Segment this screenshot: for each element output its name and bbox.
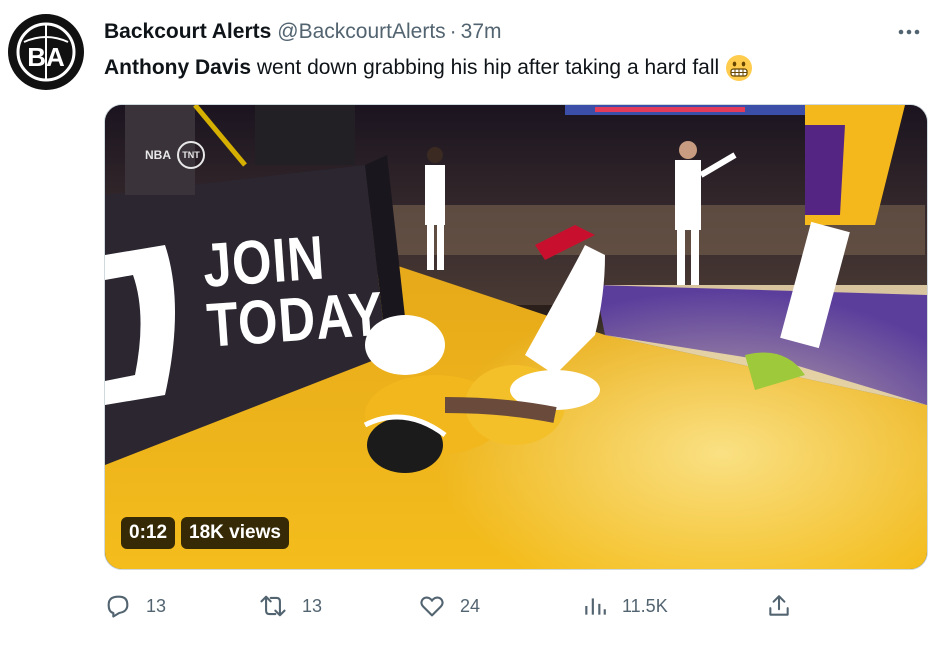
share-icon [769, 595, 789, 616]
retweet-icon [260, 595, 286, 617]
timestamp[interactable]: 37m [461, 20, 502, 44]
tweet-text-name: Anthony Davis [104, 56, 252, 79]
like-button[interactable]: 24 [418, 592, 480, 620]
nba-logo: NBA [145, 148, 171, 162]
analytics-icon [585, 598, 606, 615]
video-player[interactable]: NBA TNT JOIN TODAY 0:12 18K views [104, 104, 928, 570]
backcourt-alerts-logo-icon: BA [16, 22, 76, 82]
grimacing-face-emoji-icon [726, 55, 753, 81]
reply-count: 13 [146, 595, 167, 616]
reply-button[interactable]: 13 [104, 592, 166, 620]
stanchion-pad-text: JOIN TODAY [201, 224, 386, 361]
tweet-text-body: went down grabbing his hip after taking … [256, 56, 720, 79]
display-name[interactable]: Backcourt Alerts [104, 20, 271, 44]
separator: · [449, 20, 457, 43]
heart-icon [420, 596, 444, 617]
retweet-button[interactable]: 13 [258, 592, 322, 620]
video-views: 18K views [181, 517, 289, 549]
tweet-header: Backcourt Alerts @BackcourtAlerts · 37m [104, 18, 880, 46]
action-bar: 13 13 24 11.5K [104, 588, 810, 624]
pad-text-line-2: TODAY [204, 279, 386, 361]
share-button[interactable] [766, 592, 792, 620]
views-button[interactable]: 11.5K [582, 592, 668, 620]
user-handle[interactable]: @BackcourtAlerts [277, 20, 445, 44]
tweet-text: Anthony Davis went down grabbing his hip… [104, 53, 900, 83]
more-dots-icon [898, 29, 920, 35]
like-count: 24 [460, 595, 481, 616]
broadcast-bug: NBA TNT [145, 141, 205, 169]
reply-icon [107, 595, 129, 618]
video-duration: 0:12 [121, 517, 176, 549]
retweet-count: 13 [302, 595, 323, 616]
more-options-button[interactable] [892, 18, 926, 46]
avatar[interactable]: BA [8, 14, 84, 90]
avatar-initials: BA [27, 42, 65, 72]
video-badges: 0:12 18K views [121, 517, 289, 549]
tnt-logo: TNT [177, 141, 205, 169]
views-count: 11.5K [622, 595, 668, 616]
